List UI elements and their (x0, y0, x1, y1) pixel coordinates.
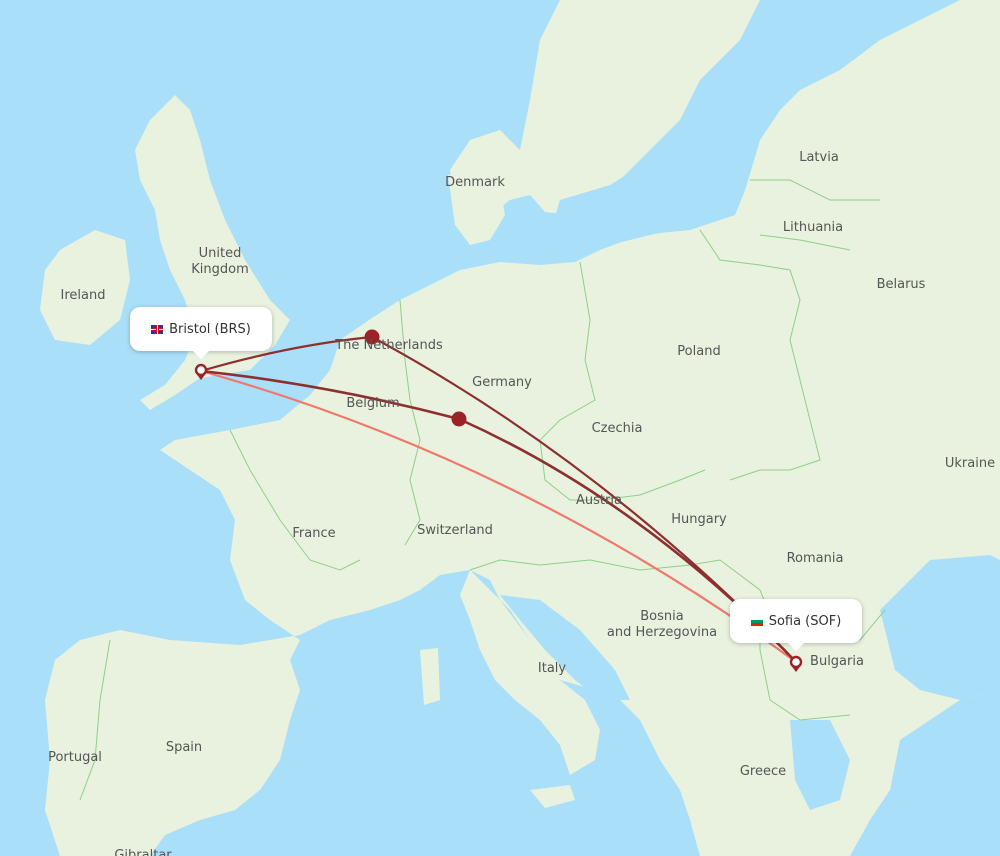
country-label-denmark: Denmark (445, 175, 505, 190)
map-canvas (0, 0, 1000, 856)
country-label-spain: Spain (165, 740, 203, 755)
origin-label: Bristol (BRS) (169, 321, 251, 337)
country-label-romania: Romania (786, 551, 844, 566)
country-label-bulgaria: Bulgaria (810, 654, 864, 669)
country-label-czechia: Czechia (591, 421, 643, 436)
country-label-bosnia: Bosnia and Herzegovina (606, 609, 718, 640)
country-label-germany: Germany (472, 375, 532, 390)
country-label-poland: Poland (677, 344, 721, 359)
destination-pin-ring (789, 655, 803, 669)
country-label-ireland: Ireland (60, 288, 106, 303)
destination-callout[interactable]: Sofia (SOF) (730, 599, 862, 651)
country-label-netherlands: The Netherlands (335, 338, 443, 353)
country-label-gibraltar: Gibraltar (114, 848, 172, 856)
country-label-belgium: Belgium (346, 396, 400, 411)
origin-pin-ring (194, 363, 208, 377)
country-label-hungary: Hungary (671, 512, 727, 527)
country-label-ukraine: Ukraine (944, 456, 996, 471)
country-label-italy: Italy (537, 661, 567, 676)
country-label-austria: Austria (576, 493, 622, 508)
bg-flag-icon (750, 616, 763, 626)
destination-label: Sofia (SOF) (768, 613, 842, 629)
country-label-switzerland: Switzerland (417, 523, 493, 538)
gb-flag-icon (151, 324, 164, 334)
country-label-portugal: Portugal (48, 750, 102, 765)
origin-callout[interactable]: Bristol (BRS) (130, 307, 272, 359)
country-label-lithuania: Lithuania (782, 220, 844, 235)
country-label-belarus: Belarus (876, 277, 926, 292)
route-map[interactable]: Ireland United Kingdom Denmark Latvia Li… (0, 0, 1000, 856)
country-label-france: France (292, 526, 336, 541)
country-label-latvia: Latvia (799, 150, 839, 165)
country-label-greece: Greece (739, 764, 787, 779)
country-label-united-kingdom: United Kingdom (191, 246, 249, 277)
stop-marker-frankfurt[interactable] (451, 411, 467, 427)
